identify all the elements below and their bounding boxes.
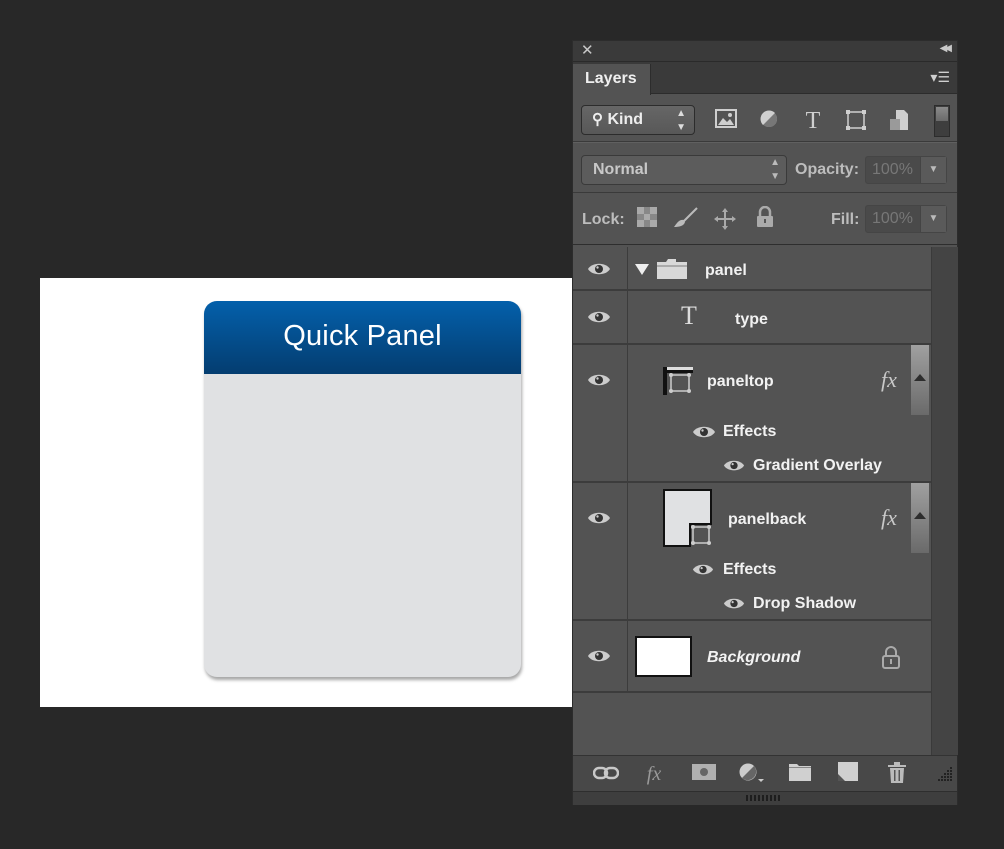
- eye-icon[interactable]: [723, 597, 745, 610]
- shape-layer-thumbnail: [663, 489, 712, 547]
- document-canvas[interactable]: Quick Panel: [40, 278, 572, 707]
- layer-name[interactable]: type: [735, 311, 768, 329]
- layer-row-paneltop[interactable]: paneltop fx Effects Gradient Overlay: [573, 345, 931, 483]
- search-icon: ⚲: [592, 111, 603, 128]
- delete-icon[interactable]: [884, 762, 910, 786]
- dropdown-arrow-icon[interactable]: ▼: [920, 206, 946, 232]
- smart-object-filter-icon[interactable]: [887, 109, 911, 133]
- shape-filter-icon[interactable]: [844, 109, 868, 133]
- text-layer-icon: T: [681, 301, 697, 330]
- fx-indicator-icon[interactable]: fx: [881, 367, 897, 393]
- effects-collapse-toggle[interactable]: [911, 483, 929, 553]
- new-layer-icon[interactable]: [835, 762, 861, 786]
- image-filter-icon[interactable]: [714, 109, 738, 133]
- lock-icon: [882, 646, 900, 669]
- link-layers-icon[interactable]: [592, 762, 620, 786]
- eye-icon[interactable]: [587, 373, 611, 387]
- layers-list: panel T type paneltop fx Effects Gradien…: [573, 247, 931, 755]
- layer-name[interactable]: paneltop: [707, 373, 774, 391]
- adjustment-filter-icon[interactable]: [757, 109, 781, 133]
- eye-icon[interactable]: [587, 310, 611, 324]
- visibility-column: [573, 483, 628, 619]
- fill-label: Fill:: [831, 211, 860, 228]
- opacity-field[interactable]: 100% ▼: [865, 156, 947, 184]
- updown-arrows-icon: ▲ ▼: [676, 108, 686, 133]
- shape-layer-thumbnail: [663, 367, 693, 395]
- grip-lines-icon: [746, 795, 782, 801]
- blend-mode-select[interactable]: Normal ▲ ▼: [581, 155, 787, 185]
- new-group-icon[interactable]: [787, 762, 813, 786]
- effect-name[interactable]: Gradient Overlay: [753, 457, 882, 475]
- effect-name[interactable]: Drop Shadow: [753, 595, 856, 613]
- add-style-icon[interactable]: fx: [641, 762, 667, 786]
- tab-layers[interactable]: Layers: [573, 64, 651, 95]
- layer-row-panelback[interactable]: panelback fx Effects Drop Shadow: [573, 483, 931, 621]
- layer-row-panel[interactable]: panel: [573, 247, 931, 291]
- lock-position-move-icon[interactable]: [713, 207, 737, 231]
- fx-indicator-icon[interactable]: fx: [881, 505, 897, 531]
- type-filter-icon[interactable]: T: [801, 109, 825, 133]
- dropdown-arrow-icon[interactable]: ▼: [920, 157, 946, 183]
- effects-label[interactable]: Effects: [723, 561, 776, 579]
- eye-icon[interactable]: [692, 425, 716, 439]
- eye-icon[interactable]: [587, 262, 611, 276]
- opacity-label: Opacity:: [795, 161, 860, 178]
- visibility-column: [573, 621, 628, 691]
- opacity-value: 100%: [872, 161, 913, 178]
- lock-image-pixels-brush-icon[interactable]: [673, 207, 698, 231]
- effects-collapse-toggle[interactable]: [911, 345, 929, 415]
- resize-grip-icon[interactable]: [937, 766, 953, 787]
- layer-name[interactable]: panel: [705, 262, 747, 280]
- panel-titlebar: ✕ ◀◀: [573, 41, 957, 62]
- blend-row: Normal ▲ ▼ Opacity: 100% ▼: [573, 142, 957, 193]
- fill-field[interactable]: 100% ▼: [865, 205, 947, 233]
- bottom-toolbar: fx: [573, 755, 957, 791]
- visibility-column: [573, 291, 628, 343]
- effects-label[interactable]: Effects: [723, 423, 776, 441]
- add-mask-icon[interactable]: [691, 762, 717, 786]
- lock-all-icon[interactable]: [753, 205, 777, 230]
- background-thumbnail: [635, 636, 692, 677]
- folder-icon: [657, 259, 687, 279]
- layer-row-background[interactable]: Background: [573, 621, 931, 693]
- eye-icon[interactable]: [587, 511, 611, 525]
- filter-row: ⚲ Kind ▲ ▼ T: [573, 94, 957, 142]
- collapse-double-arrow-icon[interactable]: ◀◀: [940, 43, 953, 54]
- fill-value: 100%: [872, 210, 913, 227]
- kind-filter-select[interactable]: ⚲ Kind ▲ ▼: [581, 105, 695, 135]
- expand-triangle-icon[interactable]: [635, 264, 649, 275]
- blend-mode-value: Normal: [593, 161, 649, 178]
- lock-row: Lock: Fill: 100% ▼: [573, 193, 957, 245]
- eye-icon[interactable]: [723, 459, 745, 472]
- updown-arrows-icon: ▲ ▼: [770, 157, 780, 182]
- visibility-column: [573, 247, 628, 289]
- eye-icon[interactable]: [587, 649, 611, 663]
- lock-transparent-pixels-icon[interactable]: [635, 207, 659, 231]
- layer-name[interactable]: panelback: [728, 511, 806, 529]
- quick-panel-artwork: Quick Panel: [204, 301, 521, 677]
- layer-row-type[interactable]: T type: [573, 291, 931, 345]
- panel-tab-row: Layers ▾☰: [573, 62, 957, 95]
- layer-name[interactable]: Background: [707, 649, 800, 667]
- panel-menu-icon[interactable]: ▾☰: [930, 70, 950, 84]
- new-adjustment-icon[interactable]: [738, 762, 764, 786]
- panel-resize-handle[interactable]: [573, 791, 957, 805]
- close-icon[interactable]: ✕: [581, 42, 594, 60]
- filter-toggle-switch[interactable]: [934, 105, 950, 137]
- layers-scrollbar[interactable]: [931, 247, 958, 755]
- lock-label: Lock:: [582, 211, 625, 228]
- quick-panel-header: Quick Panel: [204, 301, 521, 374]
- layers-panel: ✕ ◀◀ Layers ▾☰ ⚲ Kind ▲ ▼ T Normal ▲ ▼ O…: [572, 40, 958, 805]
- quick-panel-title: Quick Panel: [283, 320, 442, 352]
- eye-icon[interactable]: [692, 563, 714, 576]
- visibility-column: [573, 345, 628, 481]
- kind-label: Kind: [607, 111, 643, 128]
